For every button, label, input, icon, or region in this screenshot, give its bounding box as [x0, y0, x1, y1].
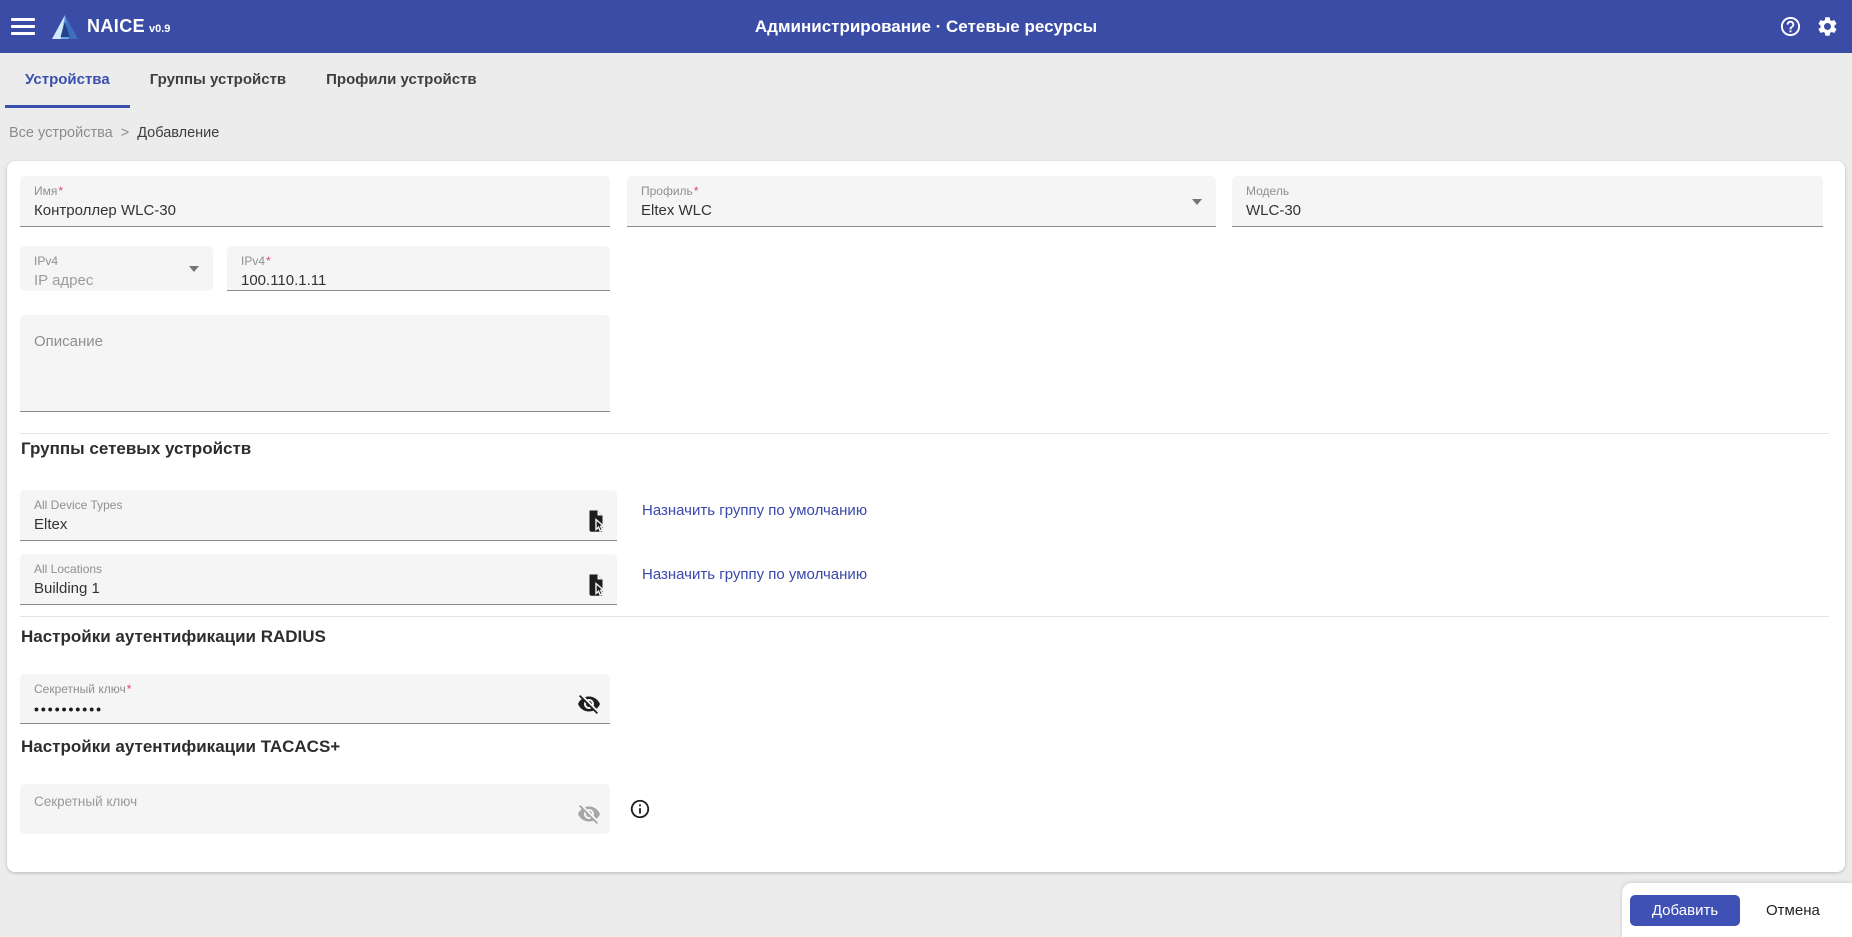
select-from-list-icon[interactable]: [584, 573, 608, 597]
profile-select-value: Eltex WLC: [641, 202, 1202, 219]
assign-default-group-link[interactable]: Назначить группу по умолчанию: [642, 566, 867, 583]
tab-device-groups[interactable]: Группы устройств: [130, 53, 306, 108]
required-asterisk: *: [694, 184, 699, 198]
ip-address-field-label: IPv4: [241, 254, 265, 268]
group-locations-value: Building 1: [34, 580, 603, 597]
required-asterisk: *: [58, 184, 63, 198]
chevron-down-icon[interactable]: [1192, 199, 1202, 205]
group-device-types-field[interactable]: All Device Types Eltex: [20, 490, 617, 541]
app-header: Администрирование · Сетевые ресурсы NAIC…: [0, 0, 1852, 53]
radius-secret-label: Секретный ключ: [34, 682, 126, 696]
required-asterisk: *: [266, 254, 271, 268]
name-field-value: Контроллер WLC-30: [34, 202, 596, 219]
section-divider: [20, 433, 1829, 434]
cancel-button[interactable]: Отмена: [1766, 902, 1820, 919]
ip-address-field[interactable]: IPv4* 100.110.1.11: [227, 246, 610, 291]
tacacs-section-title: Настройки аутентификации TACACS+: [21, 737, 340, 757]
visibility-off-icon[interactable]: [577, 802, 601, 826]
settings-gear-icon[interactable]: [1816, 15, 1839, 38]
group-locations-field[interactable]: All Locations Building 1: [20, 554, 617, 605]
app-name: NAICE: [87, 16, 145, 37]
tab-devices[interactable]: Устройства: [5, 53, 130, 108]
tacacs-secret-placeholder: Секретный ключ: [34, 794, 596, 809]
required-asterisk: *: [127, 682, 132, 696]
radius-secret-field[interactable]: Секретный ключ* ••••••••••: [20, 674, 610, 724]
group-device-types-label: All Device Types: [34, 498, 122, 512]
help-icon[interactable]: [1779, 15, 1802, 38]
groups-section-title: Группы сетевых устройств: [21, 439, 251, 459]
radius-section-title: Настройки аутентификации RADIUS: [21, 627, 326, 647]
ip-version-select-value: IP адрес: [34, 272, 199, 289]
assign-default-group-link[interactable]: Назначить группу по умолчанию: [642, 502, 867, 519]
model-field[interactable]: Модель WLC-30: [1232, 176, 1823, 227]
name-field[interactable]: Имя* Контроллер WLC-30: [20, 176, 610, 227]
naice-logo-icon: [51, 14, 79, 40]
page-title: Администрирование · Сетевые ресурсы: [0, 0, 1852, 53]
info-icon[interactable]: [629, 798, 651, 820]
breadcrumb: Все устройства > Добавление: [9, 125, 219, 141]
ip-address-field-value: 100.110.1.11: [241, 272, 596, 289]
form-action-panel: Добавить Отмена: [1622, 883, 1852, 937]
breadcrumb-current: Добавление: [137, 125, 219, 141]
tacacs-secret-field[interactable]: Секретный ключ: [20, 784, 610, 834]
breadcrumb-separator: >: [121, 125, 129, 141]
menu-icon[interactable]: [11, 18, 35, 35]
tab-bar: Устройства Группы устройств Профили устр…: [5, 53, 497, 108]
model-field-value: WLC-30: [1246, 202, 1809, 219]
radius-secret-value: ••••••••••: [34, 701, 596, 717]
model-field-label: Модель: [1246, 184, 1289, 198]
tab-device-profiles[interactable]: Профили устройств: [306, 53, 496, 108]
ip-version-select-label: IPv4: [34, 254, 58, 268]
select-from-list-icon[interactable]: [584, 509, 608, 533]
group-locations-label: All Locations: [34, 562, 102, 576]
device-add-form-card: Имя* Контроллер WLC-30 Профиль* Eltex WL…: [7, 161, 1845, 872]
submit-button[interactable]: Добавить: [1630, 895, 1740, 926]
chevron-down-icon[interactable]: [189, 266, 199, 272]
profile-select-label: Профиль: [641, 184, 693, 198]
description-textarea[interactable]: Описание: [20, 315, 610, 412]
visibility-off-icon[interactable]: [577, 692, 601, 716]
app-version: v0.9: [149, 23, 170, 35]
ip-version-select[interactable]: IPv4 IP адрес: [20, 246, 213, 291]
breadcrumb-all-devices[interactable]: Все устройства: [9, 125, 113, 141]
description-label: Описание: [34, 333, 596, 350]
name-field-label: Имя: [34, 184, 57, 198]
group-device-types-value: Eltex: [34, 516, 603, 533]
profile-select[interactable]: Профиль* Eltex WLC: [627, 176, 1216, 227]
section-divider: [20, 616, 1829, 617]
